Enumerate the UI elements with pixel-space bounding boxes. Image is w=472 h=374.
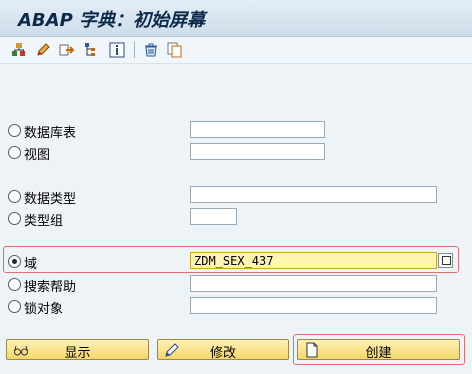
lock-object-input[interactable]	[190, 297, 437, 314]
create-button[interactable]: 创建	[297, 339, 460, 361]
db-table-input[interactable]	[190, 121, 325, 138]
data-type-radio[interactable]	[8, 190, 21, 203]
create-button-label: 创建	[365, 346, 392, 361]
search-help-input[interactable]	[190, 275, 437, 292]
data-type-input[interactable]	[190, 186, 437, 203]
type-group-input[interactable]	[190, 208, 237, 225]
display-button-label: 显示	[64, 346, 91, 361]
page-title: ABAP 字典：初始屏幕	[18, 10, 206, 31]
application-toolbar	[0, 37, 472, 64]
pencil-icon[interactable]	[34, 41, 52, 59]
change-button-label: 修改	[209, 346, 236, 361]
trash-icon[interactable]	[142, 41, 160, 59]
change-button[interactable]: 修改	[157, 339, 289, 361]
lock-object-radio[interactable]	[8, 300, 21, 313]
search-help-label: 搜索帮助	[24, 280, 77, 295]
lock-object-label: 锁对象	[24, 302, 64, 317]
tree-icon[interactable]	[82, 41, 100, 59]
export-icon[interactable]	[58, 41, 76, 59]
copy-icon[interactable]	[166, 41, 184, 59]
search-help-radio[interactable]	[8, 278, 21, 291]
db-table-label: 数据库表	[24, 126, 77, 141]
display-button[interactable]: 显示	[6, 339, 149, 361]
data-type-label: 数据类型	[24, 192, 77, 207]
db-table-radio[interactable]	[8, 124, 21, 137]
domain-input[interactable]: ZDM_SEX_437	[190, 252, 437, 269]
domain-radio[interactable]	[8, 255, 21, 268]
type-group-label: 类型组	[24, 214, 64, 229]
value-help-icon[interactable]	[438, 253, 453, 268]
title-bar: ABAP 字典：初始屏幕	[0, 0, 472, 37]
type-group-radio[interactable]	[8, 212, 21, 225]
view-input[interactable]	[190, 143, 325, 160]
view-label: 视图	[24, 148, 51, 163]
domain-label: 域	[24, 257, 38, 272]
view-radio[interactable]	[8, 146, 21, 159]
info-icon[interactable]	[108, 41, 126, 59]
hierarchy-icon[interactable]	[10, 41, 28, 59]
toolbar-separator	[134, 42, 135, 58]
